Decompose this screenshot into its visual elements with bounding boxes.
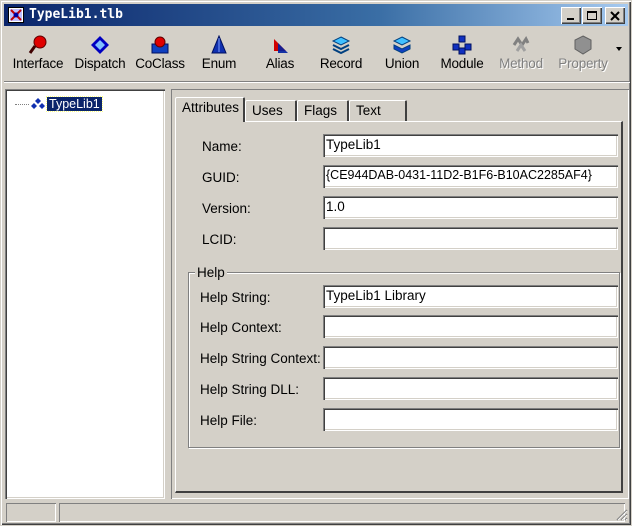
toolbar-coclass-button[interactable]: CoClass: [132, 29, 188, 75]
toolbar-interface-button[interactable]: Interface: [12, 29, 64, 75]
toolbar-record-label: Record: [319, 56, 363, 71]
typelib-editor-window: TypeLib1.tlb Interface Dispatch CoClass …: [0, 0, 632, 526]
toolbar-coclass-label: CoClass: [135, 56, 185, 71]
toolbar-union-label: Union: [384, 56, 420, 71]
tab-attributes-label: Attributes: [182, 100, 240, 115]
tree-connector: [15, 103, 29, 105]
tree-root-label[interactable]: TypeLib1: [46, 96, 103, 112]
enum-icon: [211, 35, 227, 54]
toolbar-record-button[interactable]: Record: [314, 29, 368, 75]
property-icon: [574, 35, 592, 55]
guid-field[interactable]: {CE944DAB-0431-11D2-B1F6-B10AC2285AF4}: [323, 165, 618, 188]
toolbar-separator: [4, 81, 630, 83]
close-icon: [610, 10, 620, 21]
module-icon: [452, 35, 472, 55]
tab-flags[interactable]: Flags: [297, 100, 349, 121]
help-string-dll-label: Help String DLL:: [200, 382, 300, 397]
version-label: Version:: [202, 201, 251, 216]
minimize-button[interactable]: [561, 7, 581, 24]
toolbar-interface-label: Interface: [12, 56, 64, 71]
union-icon: [392, 36, 412, 54]
toolbar-union-button[interactable]: Union: [380, 29, 424, 75]
interface-icon: [28, 35, 47, 54]
help-string-dll-field[interactable]: [323, 377, 618, 400]
status-pane-1: [6, 503, 56, 522]
toolbar-module-button[interactable]: Module: [436, 29, 488, 75]
help-file-field[interactable]: [323, 408, 618, 431]
status-pane-2: [59, 503, 625, 522]
toolbar: Interface Dispatch CoClass Enum Alias Re…: [4, 29, 630, 77]
help-file-label: Help File:: [200, 413, 258, 428]
toolbar-enum-button[interactable]: Enum: [198, 29, 240, 75]
record-icon: [331, 36, 351, 55]
dispatch-icon: [91, 36, 109, 54]
close-button[interactable]: [605, 7, 625, 24]
help-context-field[interactable]: [323, 315, 618, 338]
tab-text-label: Text: [356, 103, 381, 118]
alias-icon: [274, 39, 288, 53]
chevron-down-icon[interactable]: [616, 45, 624, 53]
help-group-title: Help: [195, 265, 227, 280]
tab-uses-label: Uses: [252, 103, 283, 118]
status-bar: [4, 501, 630, 523]
tab-attributes[interactable]: Attributes: [175, 97, 245, 122]
toolbar-alias-button[interactable]: Alias: [258, 29, 302, 75]
name-field[interactable]: TypeLib1: [323, 134, 618, 157]
toolbar-property-label: Property: [558, 56, 608, 71]
help-string-field[interactable]: TypeLib1 Library: [323, 285, 618, 308]
maximize-button[interactable]: [582, 7, 602, 24]
typelib-icon: [31, 98, 45, 109]
name-label: Name:: [202, 139, 242, 154]
version-field[interactable]: 1.0: [323, 196, 618, 219]
tab-text[interactable]: Text: [349, 100, 407, 121]
maximize-icon: [587, 10, 597, 20]
tab-uses[interactable]: Uses: [245, 100, 297, 121]
toolbar-method-label: Method: [499, 56, 543, 71]
toolbar-enum-label: Enum: [201, 56, 237, 71]
toolbar-module-label: Module: [440, 56, 484, 71]
help-string-label: Help String:: [200, 290, 271, 305]
tab-flags-label: Flags: [304, 103, 338, 118]
type-library-tree[interactable]: TypeLib1: [5, 89, 165, 499]
method-icon: [512, 36, 530, 52]
typelib-app-icon[interactable]: [8, 7, 24, 23]
help-context-label: Help Context:: [200, 320, 282, 335]
help-string-context-field[interactable]: [323, 346, 618, 369]
guid-label: GUID:: [202, 170, 240, 185]
window-title: TypeLib1.tlb: [29, 7, 123, 22]
lcid-label: LCID:: [202, 232, 237, 247]
toolbar-method-button[interactable]: Method: [496, 29, 546, 75]
tree-root-node[interactable]: TypeLib1: [15, 96, 103, 112]
pane-splitter[interactable]: [166, 89, 170, 499]
toolbar-alias-label: Alias: [265, 56, 295, 71]
coclass-icon: [151, 36, 169, 54]
minimize-icon: [567, 17, 574, 20]
title-bar[interactable]: TypeLib1.tlb: [4, 4, 628, 26]
toolbar-property-button[interactable]: Property: [554, 29, 612, 75]
resize-grip-icon[interactable]: [616, 509, 628, 521]
help-string-context-label: Help String Context:: [200, 351, 321, 366]
toolbar-dispatch-label: Dispatch: [74, 56, 126, 71]
toolbar-dispatch-button[interactable]: Dispatch: [70, 29, 130, 75]
lcid-field[interactable]: [323, 227, 618, 250]
